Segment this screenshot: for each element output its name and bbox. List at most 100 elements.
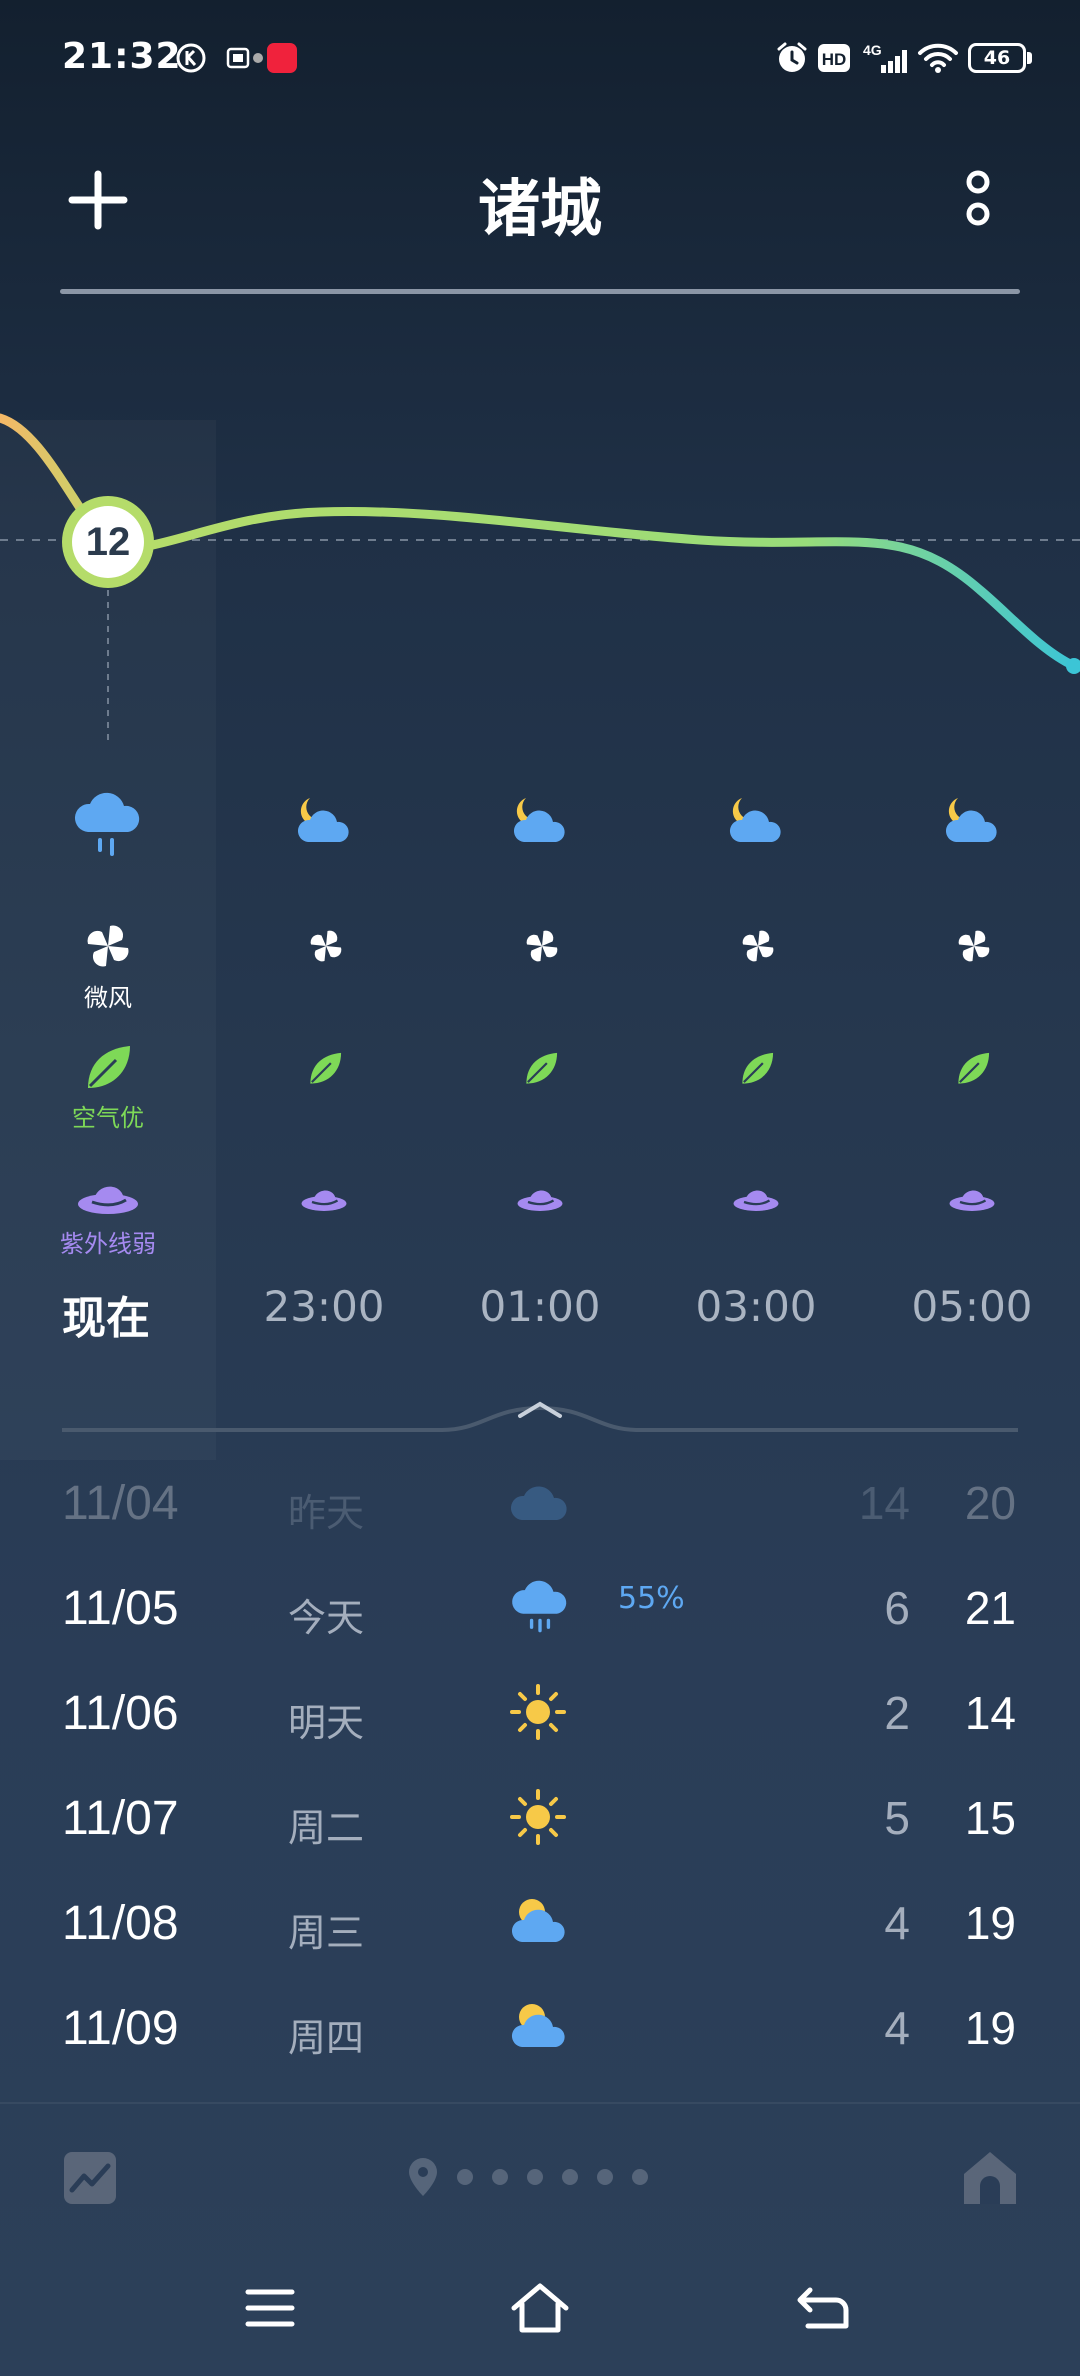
hd-icon: HD	[816, 42, 852, 74]
city-title: 诸城	[477, 172, 602, 245]
cloud-icon	[508, 1476, 572, 1532]
chevron-up-icon	[518, 1401, 562, 1418]
wind-pinwheel-icon	[524, 928, 560, 964]
rain-cloud-icon	[70, 788, 146, 860]
daily-day: 明天	[288, 1701, 365, 1745]
back-icon	[797, 2287, 849, 2329]
daily-date: 11/05	[62, 1582, 179, 1635]
temp-curve-line	[0, 413, 1079, 671]
daily-day: 周二	[288, 1806, 365, 1850]
hour-label: 01:00	[479, 1282, 601, 1331]
daily-row[interactable]: 11/06 明天 2 14	[0, 1684, 1080, 1786]
air-quality-label: 空气优	[72, 1104, 144, 1132]
daily-day: 周四	[288, 2016, 365, 2060]
daily-row[interactable]: 11/05 今天 55% 6 21	[0, 1580, 1080, 1681]
trend-button[interactable]	[62, 2150, 118, 2206]
sun-hat-icon	[300, 1182, 348, 1216]
wifi-icon	[916, 42, 960, 74]
status-time: 21:32	[62, 36, 182, 77]
home-nav-button[interactable]	[510, 2282, 570, 2334]
menu-icon	[245, 2289, 295, 2327]
daily-row[interactable]: 11/09 周四 4 19	[0, 2001, 1080, 2101]
hour-label: 23:00	[263, 1282, 385, 1331]
moon-cloud-icon	[726, 794, 788, 846]
page-dot[interactable]	[492, 2169, 508, 2185]
alarm-icon	[774, 42, 810, 74]
wind-pinwheel-icon	[84, 922, 132, 970]
leaf-icon	[522, 1050, 560, 1088]
home-icon	[964, 2152, 1016, 2204]
sun-hat-icon	[732, 1182, 780, 1216]
location-pin-icon	[406, 2156, 440, 2198]
moon-cloud-icon	[294, 794, 356, 846]
k-app-icon	[174, 42, 208, 74]
svg-text:4G: 4G	[863, 42, 882, 58]
moon-cloud-icon	[942, 794, 1004, 846]
trend-chart-icon	[64, 2152, 116, 2204]
wind-label: 微风	[84, 984, 132, 1012]
daily-row[interactable]: 11/08 周三 4 19	[0, 1896, 1080, 1996]
precip-probability: 55%	[618, 1581, 685, 1616]
leaf-icon	[954, 1050, 992, 1088]
daily-high: 20	[964, 1477, 1016, 1529]
daily-row[interactable]: 11/07 周二 5 15	[0, 1789, 1080, 1891]
sun-icon	[508, 1787, 572, 1845]
sun-hat-icon	[948, 1182, 996, 1216]
daily-low: 2	[884, 1687, 910, 1739]
page-dot[interactable]	[632, 2169, 648, 2185]
leaf-icon	[82, 1042, 134, 1094]
home-outline-icon	[511, 2283, 569, 2333]
daily-low: 4	[884, 2002, 910, 2054]
signal-4g-icon: 4G	[860, 42, 908, 74]
wind-pinwheel-icon	[740, 928, 776, 964]
daily-date: 11/07	[62, 1792, 179, 1845]
daily-low: 14	[858, 1477, 910, 1529]
daily-day: 今天	[288, 1596, 365, 1640]
header-divider	[60, 289, 1020, 294]
daily-day: 周三	[288, 1911, 365, 1955]
page-dot[interactable]	[597, 2169, 613, 2185]
partly-cloudy-icon	[508, 1997, 572, 2053]
leaf-icon	[306, 1050, 344, 1088]
daily-date: 11/06	[62, 1687, 179, 1740]
page-dot[interactable]	[457, 2169, 473, 2185]
back-nav-button[interactable]	[796, 2284, 850, 2332]
more-button[interactable]	[958, 166, 998, 234]
home-city-button[interactable]	[960, 2148, 1020, 2208]
daily-low: 5	[884, 1792, 910, 1844]
daily-date: 11/09	[62, 2002, 179, 2055]
wind-pinwheel-icon	[308, 928, 344, 964]
battery-indicator: 46	[968, 43, 1026, 73]
daily-day: 昨天	[288, 1491, 365, 1535]
plus-icon	[68, 170, 128, 230]
battery-tip	[1027, 52, 1032, 64]
menu-nav-button[interactable]	[244, 2286, 296, 2330]
hour-label: 05:00	[911, 1282, 1033, 1331]
daily-high: 19	[964, 1897, 1016, 1949]
add-city-button[interactable]	[66, 168, 130, 232]
moon-cloud-icon	[510, 794, 572, 846]
collapse-hourly-button[interactable]	[514, 1394, 566, 1422]
wind-pinwheel-icon	[956, 928, 992, 964]
temperature-curve	[0, 413, 1080, 740]
partly-cloudy-icon	[508, 1892, 572, 1948]
leaf-icon	[738, 1050, 776, 1088]
daily-high: 14	[964, 1687, 1016, 1739]
hour-label: 03:00	[695, 1282, 817, 1331]
red-app-icon	[266, 42, 298, 74]
page-dot[interactable]	[527, 2169, 543, 2185]
svg-text:HD: HD	[822, 50, 847, 69]
page-dot[interactable]	[562, 2169, 578, 2185]
rain-cloud-icon	[508, 1575, 572, 1633]
more-vertical-icon	[966, 170, 990, 226]
daily-date: 11/04	[62, 1477, 179, 1530]
daily-date: 11/08	[62, 1897, 179, 1950]
daily-high: 15	[964, 1792, 1016, 1844]
daily-row[interactable]: 11/04 昨天 14 20	[0, 1476, 1080, 1576]
current-temp-value: 12	[72, 506, 144, 578]
sun-hat-icon	[76, 1176, 140, 1220]
sun-hat-icon	[516, 1182, 564, 1216]
current-temp-badge: 12	[62, 496, 154, 588]
bottom-divider	[0, 2102, 1080, 2104]
uv-label: 紫外线弱	[60, 1230, 156, 1258]
